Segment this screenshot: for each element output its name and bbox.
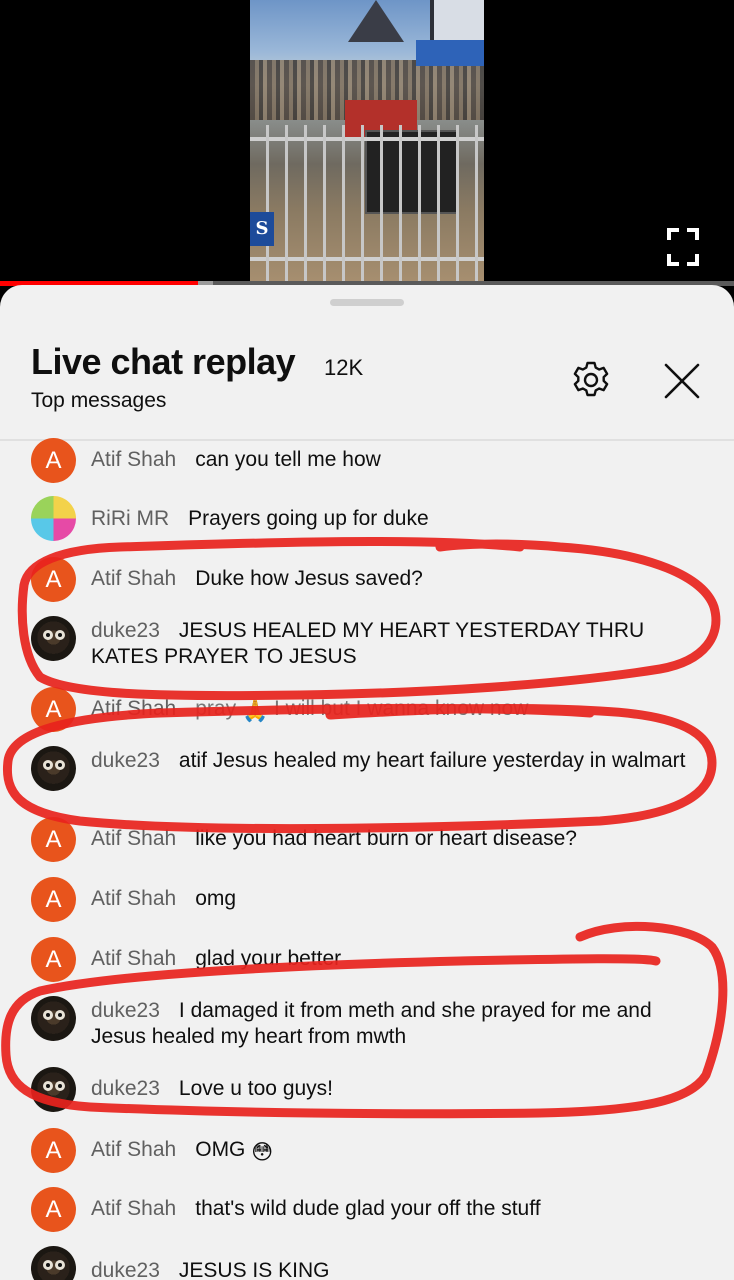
message-text: Love u too guys! (178, 1077, 334, 1100)
avatar[interactable] (31, 496, 76, 541)
message-body: Atif Shah can you tell me how (91, 447, 701, 473)
message-text: Prayers going up for duke (188, 507, 429, 530)
message-body: Atif Shah glad your better (91, 946, 701, 972)
author-name[interactable]: duke23 (91, 749, 160, 772)
author-name[interactable]: Atif Shah (91, 1197, 176, 1220)
avatar[interactable]: A (31, 817, 76, 862)
avatar[interactable]: A (31, 438, 76, 483)
message-text-continued: I will but I wanna know now (273, 697, 529, 720)
avatar[interactable]: A (31, 687, 76, 732)
message-text: like you had heart burn or heart disease… (195, 827, 577, 850)
author-name[interactable]: RiRi MR (91, 507, 169, 530)
author-name[interactable]: Atif Shah (91, 448, 176, 471)
chat-message-list[interactable]: A Atif Shah can you tell me how RiRi MR Pr… (0, 285, 734, 1280)
message-body: duke23 JESUS HEALED MY HEART YESTERDAY TH… (91, 618, 701, 670)
avatar[interactable] (31, 746, 76, 791)
video-fence (250, 125, 484, 283)
message-text: JESUS IS KING (178, 1259, 330, 1280)
message-text: omg (195, 887, 237, 910)
author-name[interactable]: duke23 (91, 999, 160, 1022)
message-text: I damaged it from meth and she prayed fo… (91, 999, 652, 1048)
video-player[interactable]: S (0, 0, 734, 286)
message-body: Atif Shah pray 🙏 I will but I wanna know … (91, 696, 701, 725)
message-text: can you tell me how (195, 448, 381, 471)
message-text: OMG (195, 1138, 246, 1161)
author-name[interactable]: Atif Shah (91, 827, 176, 850)
author-name[interactable]: Atif Shah (91, 947, 176, 970)
live-chat-panel: Live chat replay 12K Top messages A Atif… (0, 285, 734, 1280)
message-body: Atif Shah that's wild dude glad your off … (91, 1196, 701, 1222)
message-body: RiRi MR Prayers going up for duke (91, 506, 701, 532)
message-body: duke23 Love u too guys! (91, 1076, 701, 1102)
video-frame: S (250, 0, 484, 283)
video-tent (348, 0, 404, 42)
avatar[interactable]: A (31, 1187, 76, 1232)
avatar[interactable]: A (31, 557, 76, 602)
avatar[interactable]: A (31, 1128, 76, 1173)
message-body: duke23 I damaged it from meth and she pra… (91, 998, 701, 1050)
video-sign: S (250, 212, 274, 246)
message-body: Atif Shah OMG 😳 (91, 1137, 701, 1166)
message-text: JESUS HEALED MY HEART YESTERDAY THRU KAT… (91, 619, 645, 668)
message-body: duke23 JESUS IS KING (91, 1258, 701, 1280)
author-name[interactable]: duke23 (91, 619, 160, 642)
avatar[interactable]: A (31, 877, 76, 922)
folded-hands-emoji: 🙏 (241, 700, 269, 723)
avatar[interactable] (31, 616, 76, 661)
avatar[interactable] (31, 996, 76, 1041)
message-text: pray (195, 697, 237, 720)
message-text: atif Jesus healed my heart failure yeste… (178, 749, 686, 772)
message-text: Duke how Jesus saved? (195, 567, 423, 590)
author-name[interactable]: Atif Shah (91, 567, 176, 590)
avatar[interactable]: A (31, 937, 76, 982)
author-name[interactable]: Atif Shah (91, 697, 176, 720)
message-body: Atif Shah Duke how Jesus saved? (91, 566, 701, 592)
author-name[interactable]: Atif Shah (91, 1138, 176, 1161)
fullscreen-icon (667, 228, 699, 266)
author-name[interactable]: duke23 (91, 1077, 160, 1100)
avatar[interactable] (31, 1067, 76, 1112)
author-name[interactable]: Atif Shah (91, 887, 176, 910)
video-canopy (416, 40, 484, 66)
author-name[interactable]: duke23 (91, 1259, 160, 1280)
message-body: Atif Shah like you had heart burn or hear… (91, 826, 701, 852)
fullscreen-button[interactable] (663, 225, 703, 269)
message-text: glad your better (195, 947, 342, 970)
message-body: Atif Shah omg (91, 886, 701, 912)
message-text: that's wild dude glad your off the stuff (195, 1197, 541, 1220)
flushed-face-emoji: 😳 (251, 1141, 274, 1164)
avatar[interactable] (31, 1246, 76, 1280)
message-body: duke23 atif Jesus healed my heart failure… (91, 748, 701, 774)
